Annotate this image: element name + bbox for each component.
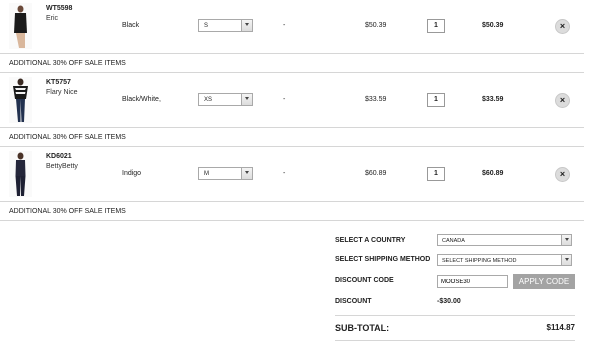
promo-note: ADDITIONAL 30% OFF SALE ITEMS	[0, 53, 584, 73]
apply-code-button[interactable]: APPLY CODE	[513, 274, 575, 289]
chevron-down-icon[interactable]	[241, 168, 252, 179]
quantity-input[interactable]: 1	[427, 93, 445, 107]
product-sku[interactable]: WT5598	[46, 5, 72, 12]
promo-note: ADDITIONAL 30% OFF SALE ITEMS	[0, 127, 584, 147]
unit-price: $60.89	[365, 170, 387, 177]
product-thumbnail[interactable]	[9, 3, 32, 49]
product-option: -	[283, 170, 286, 177]
product-thumbnail[interactable]	[9, 77, 32, 123]
close-icon[interactable]: ×	[555, 93, 570, 108]
country-label: SELECT A COUNTRY	[335, 237, 406, 244]
discount-code-input[interactable]	[438, 276, 507, 287]
shipping-label: SELECT SHIPPING METHOD	[335, 256, 431, 263]
size-select[interactable]: S	[198, 19, 253, 32]
unit-price: $50.39	[365, 22, 387, 29]
product-color: Black/White,	[122, 96, 161, 103]
unit-price: $33.59	[365, 96, 387, 103]
product-name[interactable]: Flary Nice	[46, 89, 78, 96]
chevron-down-icon[interactable]	[241, 94, 252, 105]
quantity-input[interactable]: 1	[427, 19, 445, 33]
country-select[interactable]: CANADA	[437, 234, 572, 246]
quantity-input[interactable]: 1	[427, 167, 445, 181]
shipping-value: SELECT SHIPPING METHOD	[442, 258, 517, 264]
subtotal-value: $114.87	[546, 323, 575, 332]
size-select[interactable]: M	[198, 167, 253, 180]
product-color: Indigo	[122, 170, 142, 177]
promo-note: ADDITIONAL 30% OFF SALE ITEMS	[0, 201, 584, 221]
shipping-select[interactable]: SELECT SHIPPING METHOD	[437, 254, 572, 266]
product-sku[interactable]: KD6021	[46, 153, 72, 160]
subtotal-row: SUB-TOTAL: $114.87	[335, 315, 575, 341]
close-icon[interactable]: ×	[555, 167, 570, 182]
product-color: Black	[122, 22, 140, 29]
discount-label: DISCOUNT	[335, 298, 372, 305]
discount-code-label: DISCOUNT CODE	[335, 277, 394, 284]
size-value: M	[204, 171, 209, 177]
size-value: S	[204, 23, 209, 29]
promo-text: ADDITIONAL 30% OFF SALE ITEMS	[9, 60, 126, 67]
size-select[interactable]: XS	[198, 93, 253, 106]
close-icon[interactable]: ×	[555, 19, 570, 34]
product-thumbnail[interactable]	[9, 151, 32, 197]
cart-item-row: KD6021 BettyBetty Indigo M - $60.89 1 $6…	[0, 148, 584, 201]
cart-item-row: WT5598 Eric Black S - $50.39 1 $50.39 ×	[0, 0, 584, 53]
discount-code-field[interactable]	[437, 275, 508, 288]
promo-text: ADDITIONAL 30% OFF SALE ITEMS	[9, 134, 126, 141]
chevron-down-icon[interactable]	[241, 20, 252, 31]
product-name[interactable]: Eric	[46, 15, 58, 22]
product-sku[interactable]: KT5757	[46, 79, 71, 86]
country-value: CANADA	[442, 238, 465, 244]
cart-item-row: KT5757 Flary Nice Black/White, XS - $33.…	[0, 74, 584, 127]
discount-value: -$30.00	[437, 298, 461, 305]
size-value: XS	[204, 97, 213, 103]
product-name[interactable]: BettyBetty	[46, 163, 78, 170]
line-total: $33.59	[482, 96, 504, 103]
product-option: -	[283, 22, 286, 29]
subtotal-label: SUB-TOTAL:	[335, 323, 390, 333]
line-total: $60.89	[482, 170, 504, 177]
chevron-down-icon[interactable]	[561, 235, 571, 245]
chevron-down-icon[interactable]	[561, 255, 571, 265]
product-option: -	[283, 96, 286, 103]
line-total: $50.39	[482, 22, 504, 29]
promo-text: ADDITIONAL 30% OFF SALE ITEMS	[9, 208, 126, 215]
